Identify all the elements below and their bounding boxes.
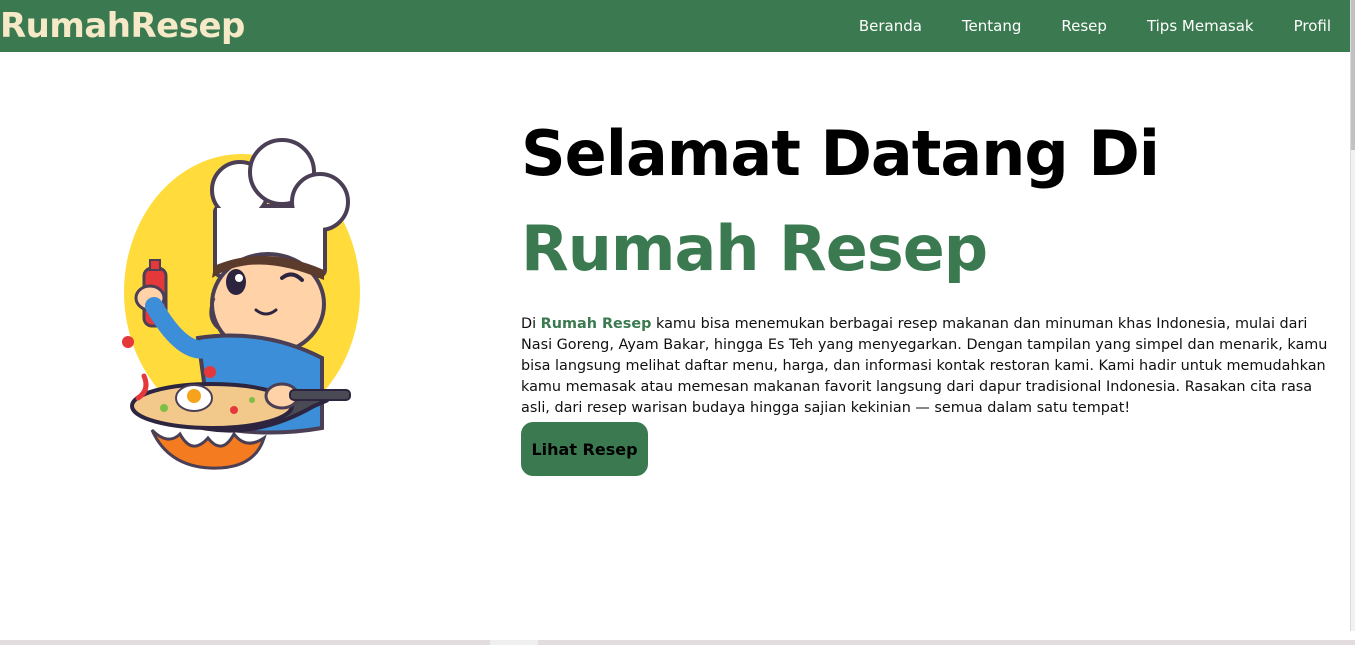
hero-description-prefix: Di [521,316,541,332]
nav-link-beranda[interactable]: Beranda [859,17,922,35]
nav-links: Beranda Tentang Resep Tips Memasak Profi… [859,0,1331,52]
lihat-resep-button[interactable]: Lihat Resep [521,422,648,476]
hero-description-brand: Rumah Resep [540,316,652,332]
nav-link-profil[interactable]: Profil [1294,17,1331,35]
horizontal-scrollbar[interactable] [0,640,1355,645]
nav-link-tips-memasak[interactable]: Tips Memasak [1147,17,1254,35]
hero-subtitle: Rumah Resep [521,212,988,285]
hero-title: Selamat Datang Di [521,117,1160,190]
hero-description: Di Rumah Resep kamu bisa menemukan berba… [521,314,1331,419]
nav-link-resep[interactable]: Resep [1061,17,1107,35]
chef-cooking-illustration [122,138,360,470]
nav-link-tentang[interactable]: Tentang [962,17,1021,35]
vertical-scrollbar-thumb[interactable] [1351,0,1355,150]
brand-logo[interactable]: RumahResep [0,6,245,46]
navbar: RumahResep Beranda Tentang Resep Tips Me… [0,0,1351,52]
horizontal-scrollbar-thumb[interactable] [490,640,538,645]
vertical-scrollbar[interactable] [1350,0,1355,631]
